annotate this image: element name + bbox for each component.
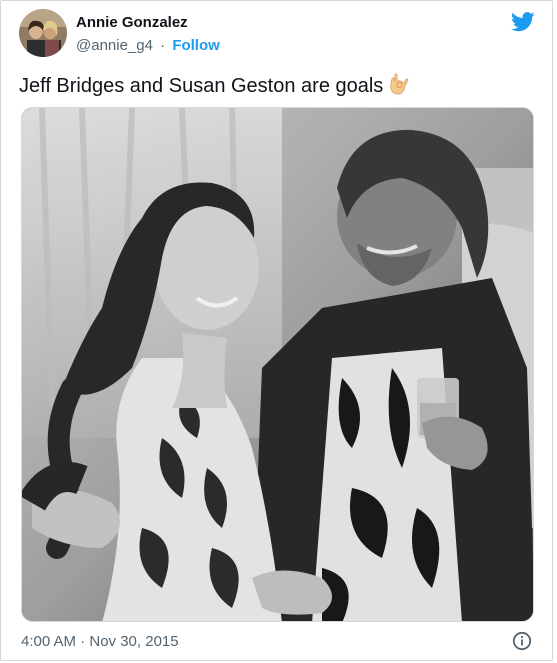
follow-link[interactable]: Follow [172,37,220,54]
tweet-text: Jeff Bridges and Susan Geston are goals [19,75,384,97]
tweet-photo[interactable] [21,107,534,622]
tweet-card: Annie Gonzalez @annie_g4 · Follow Jeff B… [0,0,553,661]
tweet-text-block: Jeff Bridges and Susan Geston are goals [19,71,534,99]
author-handle-row: @annie_g4 · Follow [76,37,220,54]
handle-separator: · [160,37,166,54]
tweet-timestamp[interactable]: 4:00 AM · Nov 30, 2015 [21,633,179,650]
author-avatar[interactable] [19,9,67,57]
author-name[interactable]: Annie Gonzalez [76,14,188,31]
tweet-photo-image [22,108,533,621]
author-handle[interactable]: @annie_g4 [76,37,153,54]
twitter-bird-icon[interactable] [511,11,535,33]
info-icon[interactable] [512,631,532,651]
ok-hand-emoji-icon [390,73,409,95]
